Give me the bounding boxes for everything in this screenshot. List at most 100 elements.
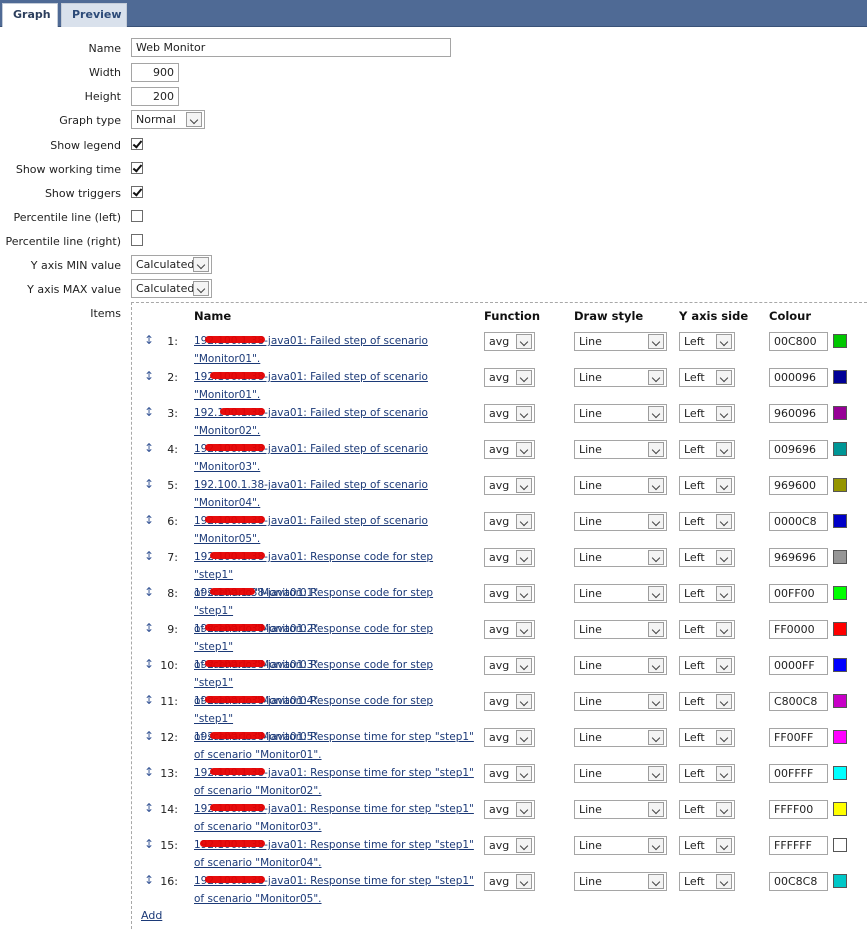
y-axis-side-select[interactable]: Left — [679, 548, 735, 567]
y-axis-side-select[interactable]: Left — [679, 764, 735, 783]
y-axis-side-select[interactable]: Left — [679, 332, 735, 351]
draw-style-select[interactable]: Line — [574, 728, 667, 747]
draw-style-select[interactable]: Line — [574, 872, 667, 891]
colour-swatch[interactable] — [833, 442, 847, 456]
draw-style-select[interactable]: Line — [574, 404, 667, 423]
function-select[interactable]: avg — [484, 656, 535, 675]
colour-swatch[interactable] — [833, 874, 847, 888]
show-working-time-checkbox[interactable] — [131, 162, 143, 174]
drag-handle-icon[interactable]: ↕ — [144, 766, 154, 778]
y-axis-side-select[interactable]: Left — [679, 800, 735, 819]
colour-swatch[interactable] — [833, 694, 847, 708]
draw-style-select[interactable]: Line — [574, 368, 667, 387]
show-triggers-checkbox[interactable] — [131, 186, 143, 198]
colour-input[interactable]: 00C800 — [769, 332, 828, 351]
function-select[interactable]: avg — [484, 692, 535, 711]
y-axis-side-select[interactable]: Left — [679, 584, 735, 603]
colour-swatch[interactable] — [833, 766, 847, 780]
colour-swatch[interactable] — [833, 334, 847, 348]
colour-input[interactable]: 000096 — [769, 368, 828, 387]
y-axis-side-select[interactable]: Left — [679, 836, 735, 855]
colour-input[interactable]: 0000FF — [769, 656, 828, 675]
colour-swatch[interactable] — [833, 730, 847, 744]
function-select[interactable]: avg — [484, 476, 535, 495]
y-axis-side-select[interactable]: Left — [679, 404, 735, 423]
percentile-right-checkbox[interactable] — [131, 234, 143, 246]
colour-swatch[interactable] — [833, 550, 847, 564]
colour-swatch[interactable] — [833, 370, 847, 384]
draw-style-select[interactable]: Line — [574, 332, 667, 351]
draw-style-select[interactable]: Line — [574, 476, 667, 495]
name-input[interactable]: Web Monitor — [131, 38, 451, 57]
function-select[interactable]: avg — [484, 872, 535, 891]
function-select[interactable]: avg — [484, 800, 535, 819]
drag-handle-icon[interactable]: ↕ — [144, 622, 154, 634]
colour-input[interactable]: FFFFFF — [769, 836, 828, 855]
drag-handle-icon[interactable]: ↕ — [144, 874, 154, 886]
function-select[interactable]: avg — [484, 404, 535, 423]
draw-style-select[interactable]: Line — [574, 440, 667, 459]
drag-handle-icon[interactable]: ↕ — [144, 370, 154, 382]
y-axis-side-select[interactable]: Left — [679, 368, 735, 387]
function-select[interactable]: avg — [484, 512, 535, 531]
colour-input[interactable]: 969600 — [769, 476, 828, 495]
draw-style-select[interactable]: Line — [574, 836, 667, 855]
colour-input[interactable]: C800C8 — [769, 692, 828, 711]
percentile-left-checkbox[interactable] — [131, 210, 143, 222]
colour-input[interactable]: 969696 — [769, 548, 828, 567]
function-select[interactable]: avg — [484, 728, 535, 747]
drag-handle-icon[interactable]: ↕ — [144, 730, 154, 742]
colour-swatch[interactable] — [833, 586, 847, 600]
colour-swatch[interactable] — [833, 802, 847, 816]
y-max-select[interactable]: Calculated — [131, 279, 212, 298]
function-select[interactable]: avg — [484, 368, 535, 387]
colour-swatch[interactable] — [833, 658, 847, 672]
height-input[interactable]: 200 — [131, 87, 179, 106]
y-axis-side-select[interactable]: Left — [679, 440, 735, 459]
colour-input[interactable]: 009696 — [769, 440, 828, 459]
colour-swatch[interactable] — [833, 478, 847, 492]
draw-style-select[interactable]: Line — [574, 620, 667, 639]
colour-input[interactable]: FF0000 — [769, 620, 828, 639]
y-axis-side-select[interactable]: Left — [679, 872, 735, 891]
tab-preview[interactable]: Preview — [61, 3, 127, 27]
colour-input[interactable]: FFFF00 — [769, 800, 828, 819]
drag-handle-icon[interactable]: ↕ — [144, 694, 154, 706]
y-axis-side-select[interactable]: Left — [679, 512, 735, 531]
drag-handle-icon[interactable]: ↕ — [144, 550, 154, 562]
y-axis-side-select[interactable]: Left — [679, 692, 735, 711]
item-name-link[interactable]: 192.100.1.38-java01: Failed step of scen… — [194, 476, 474, 512]
colour-input[interactable]: 0000C8 — [769, 512, 828, 531]
draw-style-select[interactable]: Line — [574, 584, 667, 603]
drag-handle-icon[interactable]: ↕ — [144, 514, 154, 526]
function-select[interactable]: avg — [484, 764, 535, 783]
draw-style-select[interactable]: Line — [574, 512, 667, 531]
y-axis-side-select[interactable]: Left — [679, 728, 735, 747]
draw-style-select[interactable]: Line — [574, 656, 667, 675]
colour-input[interactable]: 00FFFF — [769, 764, 828, 783]
function-select[interactable]: avg — [484, 620, 535, 639]
draw-style-select[interactable]: Line — [574, 764, 667, 783]
y-min-select[interactable]: Calculated — [131, 255, 212, 274]
draw-style-select[interactable]: Line — [574, 692, 667, 711]
add-item-link[interactable]: Add — [141, 909, 162, 922]
drag-handle-icon[interactable]: ↕ — [144, 442, 154, 454]
colour-input[interactable]: 00FF00 — [769, 584, 828, 603]
width-input[interactable]: 900 — [131, 63, 179, 82]
colour-swatch[interactable] — [833, 622, 847, 636]
drag-handle-icon[interactable]: ↕ — [144, 586, 154, 598]
draw-style-select[interactable]: Line — [574, 800, 667, 819]
draw-style-select[interactable]: Line — [574, 548, 667, 567]
drag-handle-icon[interactable]: ↕ — [144, 658, 154, 670]
function-select[interactable]: avg — [484, 584, 535, 603]
drag-handle-icon[interactable]: ↕ — [144, 838, 154, 850]
colour-swatch[interactable] — [833, 406, 847, 420]
drag-handle-icon[interactable]: ↕ — [144, 334, 154, 346]
graph-type-select[interactable]: Normal — [131, 110, 205, 129]
function-select[interactable]: avg — [484, 440, 535, 459]
y-axis-side-select[interactable]: Left — [679, 620, 735, 639]
drag-handle-icon[interactable]: ↕ — [144, 406, 154, 418]
function-select[interactable]: avg — [484, 332, 535, 351]
drag-handle-icon[interactable]: ↕ — [144, 802, 154, 814]
colour-swatch[interactable] — [833, 838, 847, 852]
